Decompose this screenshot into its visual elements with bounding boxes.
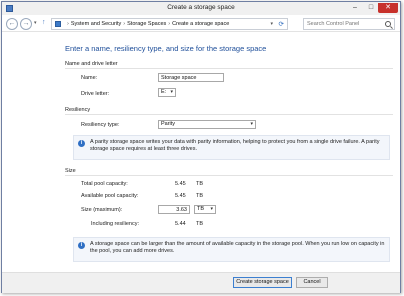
create-storage-space-button[interactable]: Create storage space (233, 277, 292, 288)
window-title: Create a storage space (167, 4, 235, 11)
recent-pages-dropdown-icon[interactable]: ▾ (34, 20, 37, 26)
available-capacity-value: 5.45 (175, 193, 186, 199)
footer-bar: Create storage space Cancel (2, 272, 400, 293)
title-bar: Create a storage space – □ ✕ (2, 2, 400, 15)
name-label: Name: (81, 75, 98, 81)
cancel-button[interactable]: Cancel (296, 277, 328, 288)
close-button[interactable]: ✕ (378, 3, 398, 13)
total-capacity-value: 5.45 (175, 181, 186, 187)
breadcrumb-separator: › (67, 21, 69, 27)
breadcrumb: › System and Security › Storage Spaces › Crea… (65, 21, 229, 27)
info-icon: i (78, 140, 85, 147)
breadcrumb-system-security[interactable]: System and Security (71, 21, 121, 27)
chevron-down-icon: ▾ (210, 206, 213, 212)
info-icon: i (78, 242, 85, 249)
size-maximum-field[interactable] (158, 205, 190, 214)
breadcrumb-separator: › (123, 21, 126, 27)
section-title-name-drive: Name and drive letter (65, 61, 118, 67)
drive-letter-label: Drive letter: (81, 91, 110, 97)
including-resiliency-value: 5.44 (175, 221, 186, 227)
drive-letter-value: E: (161, 89, 167, 95)
search-icon[interactable] (385, 21, 391, 27)
breadcrumb-create-storage-space[interactable]: Create a storage space (172, 21, 229, 27)
name-field[interactable] (158, 73, 224, 82)
resiliency-type-label: Resiliency type: (81, 122, 120, 128)
resiliency-info-text: A parity storage space writes your data … (90, 139, 380, 152)
including-resiliency-label: Including resiliency: (91, 221, 139, 227)
maximize-button[interactable]: □ (364, 3, 378, 13)
divider (65, 114, 393, 115)
minimize-button[interactable]: – (348, 3, 362, 13)
breadcrumb-storage-spaces[interactable]: Storage Spaces (127, 21, 166, 27)
total-capacity-label: Total pool capacity: (81, 181, 128, 187)
search-box[interactable] (303, 18, 395, 30)
size-unit-value: TB (197, 206, 205, 212)
control-panel-icon (55, 21, 61, 27)
chevron-down-icon: ▾ (170, 89, 173, 95)
address-bar[interactable]: › System and Security › Storage Spaces › Crea… (51, 18, 288, 30)
size-info-text: A storage space can be larger than the a… (90, 241, 385, 254)
forward-button[interactable]: → (20, 18, 32, 30)
main-content: Enter a name, resiliency type, and size … (2, 33, 400, 272)
up-arrow-icon[interactable]: ↑ (42, 19, 46, 26)
available-capacity-label: Available pool capacity: (81, 193, 139, 199)
breadcrumb-separator: › (168, 21, 171, 27)
resiliency-type-select[interactable]: Parity ▾ (158, 120, 256, 129)
section-title-size: Size (65, 168, 76, 174)
total-capacity-unit: TB (196, 181, 204, 187)
including-resiliency-unit: TB (196, 221, 204, 227)
available-capacity-unit: TB (196, 193, 204, 199)
resiliency-type-value: Parity (161, 121, 176, 127)
window: Create a storage space – □ ✕ ← → ▾ ↑ › Sy… (1, 1, 401, 293)
page-title: Enter a name, resiliency type, and size … (65, 44, 267, 53)
divider (65, 68, 393, 69)
size-maximum-label: Size (maximum): (81, 207, 123, 213)
resiliency-info-box: i A parity storage space writes your dat… (73, 135, 390, 160)
size-info-box: i A storage space can be larger than the… (73, 237, 390, 262)
section-title-resiliency: Resiliency (65, 107, 91, 113)
divider (65, 175, 393, 176)
address-dropdown-icon[interactable]: ▾ (270, 21, 273, 27)
drive-letter-select[interactable]: E: ▾ (158, 88, 176, 97)
back-button[interactable]: ← (6, 18, 18, 30)
navigation-bar: ← → ▾ ↑ › System and Security › Storage Spa… (2, 16, 400, 32)
refresh-icon[interactable]: ⟳ (279, 20, 284, 28)
search-input[interactable] (307, 19, 385, 29)
chevron-down-icon: ▾ (250, 121, 253, 127)
size-unit-select[interactable]: TB ▾ (194, 205, 216, 214)
